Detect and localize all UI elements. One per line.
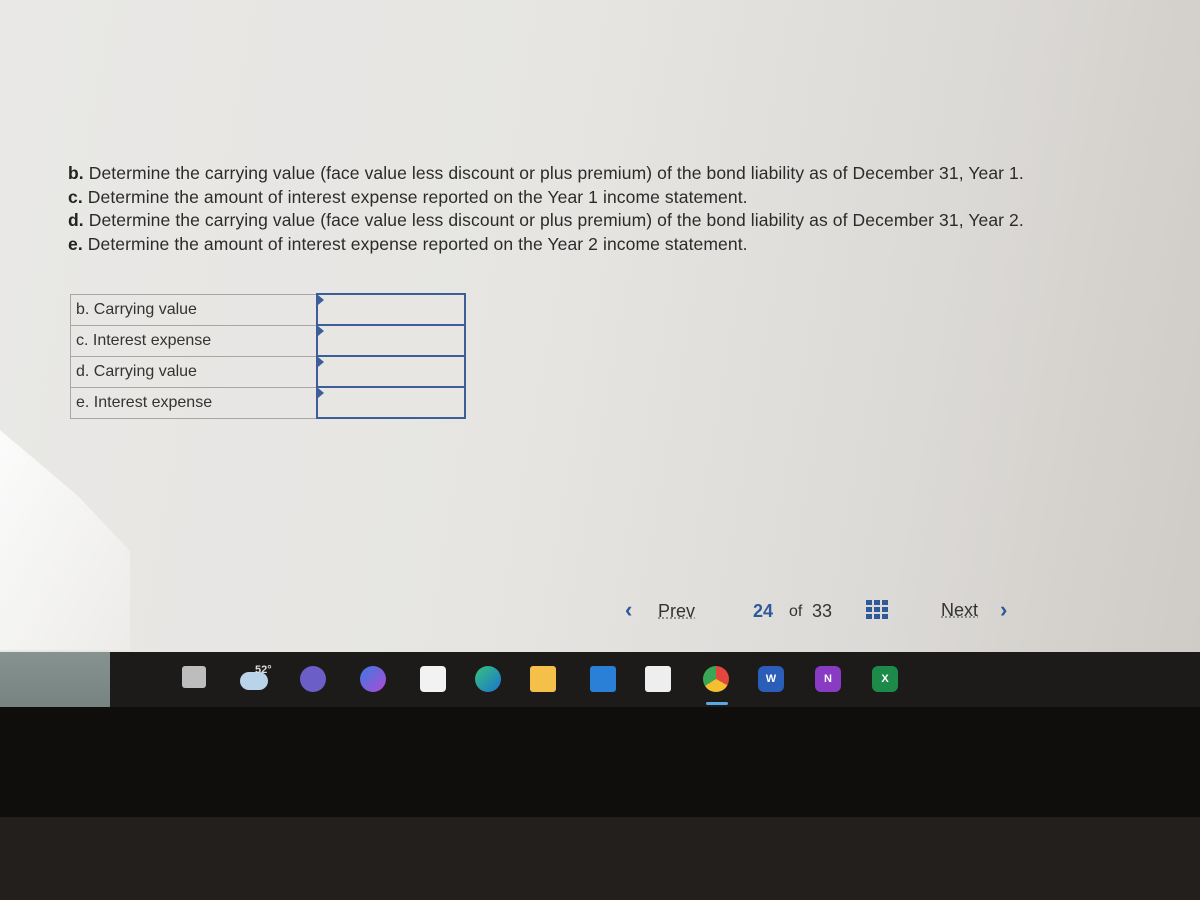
- question-text: Determine the carrying value (face value…: [83, 210, 1024, 230]
- question-list: b. Determine the carrying value (face va…: [68, 162, 1198, 256]
- answer-cell[interactable]: [316, 355, 466, 388]
- input-marker-icon: [318, 388, 324, 398]
- screen-glare: [0, 430, 130, 650]
- chevron-left-icon[interactable]: ‹: [625, 597, 632, 623]
- table-row: d. Carrying value: [70, 355, 466, 388]
- next-button[interactable]: Next: [941, 600, 978, 621]
- file-explorer-icon[interactable]: [530, 666, 556, 692]
- question-letter: c.: [68, 186, 83, 207]
- weather-temp: 52°: [255, 664, 272, 676]
- answer-cell[interactable]: [316, 293, 466, 326]
- word-icon[interactable]: W: [758, 666, 784, 692]
- answer-label: e. Interest expense: [70, 386, 318, 419]
- question-text: Determine the carrying value (face value…: [83, 163, 1024, 183]
- teams-chat-icon[interactable]: [300, 666, 326, 692]
- laptop-bezel: [0, 817, 1200, 900]
- input-marker-icon: [318, 295, 324, 305]
- input-marker-icon: [318, 357, 324, 367]
- answer-label: d. Carrying value: [70, 355, 318, 388]
- question-text: Determine the amount of interest expense…: [82, 233, 748, 254]
- carrying-value-year2-input[interactable]: [318, 357, 464, 386]
- question-letter: d.: [68, 210, 84, 230]
- excel-icon[interactable]: X: [872, 666, 898, 692]
- chevron-right-icon[interactable]: ›: [1000, 597, 1007, 623]
- question-d: d. Determine the carrying value (face va…: [68, 209, 1198, 233]
- interest-expense-year2-input[interactable]: [318, 388, 464, 417]
- question-b: b. Determine the carrying value (face va…: [68, 162, 1198, 186]
- answer-cell[interactable]: [316, 386, 466, 419]
- input-marker-icon: [318, 326, 324, 336]
- mail-icon[interactable]: [590, 666, 616, 692]
- answer-label: c. Interest expense: [70, 324, 318, 357]
- table-row: c. Interest expense: [70, 324, 466, 357]
- question-letter: b.: [68, 163, 84, 183]
- page-of-label: of: [789, 603, 803, 620]
- active-app-indicator: [706, 702, 728, 705]
- answer-cell[interactable]: [316, 324, 466, 357]
- copilot-icon[interactable]: [360, 666, 386, 692]
- edge-icon[interactable]: [475, 666, 501, 692]
- interest-expense-year1-input[interactable]: [318, 326, 464, 355]
- table-row: e. Interest expense: [70, 386, 466, 419]
- answer-table: b. Carrying value c. Interest expense d.…: [70, 293, 466, 419]
- snipping-tool-icon[interactable]: [645, 666, 671, 692]
- answer-label: b. Carrying value: [70, 293, 318, 326]
- screen-bottom: [0, 707, 1200, 817]
- question-c: c. Determine the amount of interest expe…: [68, 186, 1198, 210]
- grid-view-icon[interactable]: [866, 600, 888, 619]
- microsoft-store-icon[interactable]: [420, 666, 446, 692]
- chrome-icon[interactable]: [703, 666, 729, 692]
- prev-button[interactable]: Prev: [658, 601, 695, 622]
- question-text: Determine the amount of interest expense…: [82, 186, 748, 207]
- table-row: b. Carrying value: [70, 293, 466, 326]
- current-page: 24: [753, 601, 774, 621]
- question-letter: e.: [68, 233, 83, 254]
- carrying-value-year1-input[interactable]: [318, 295, 464, 324]
- task-view-icon[interactable]: [182, 666, 206, 688]
- total-pages: 33: [812, 601, 833, 621]
- onenote-icon[interactable]: N: [815, 666, 841, 692]
- browser-page: b. Determine the carrying value (face va…: [0, 0, 1200, 652]
- question-e: e. Determine the amount of interest expe…: [68, 233, 1198, 257]
